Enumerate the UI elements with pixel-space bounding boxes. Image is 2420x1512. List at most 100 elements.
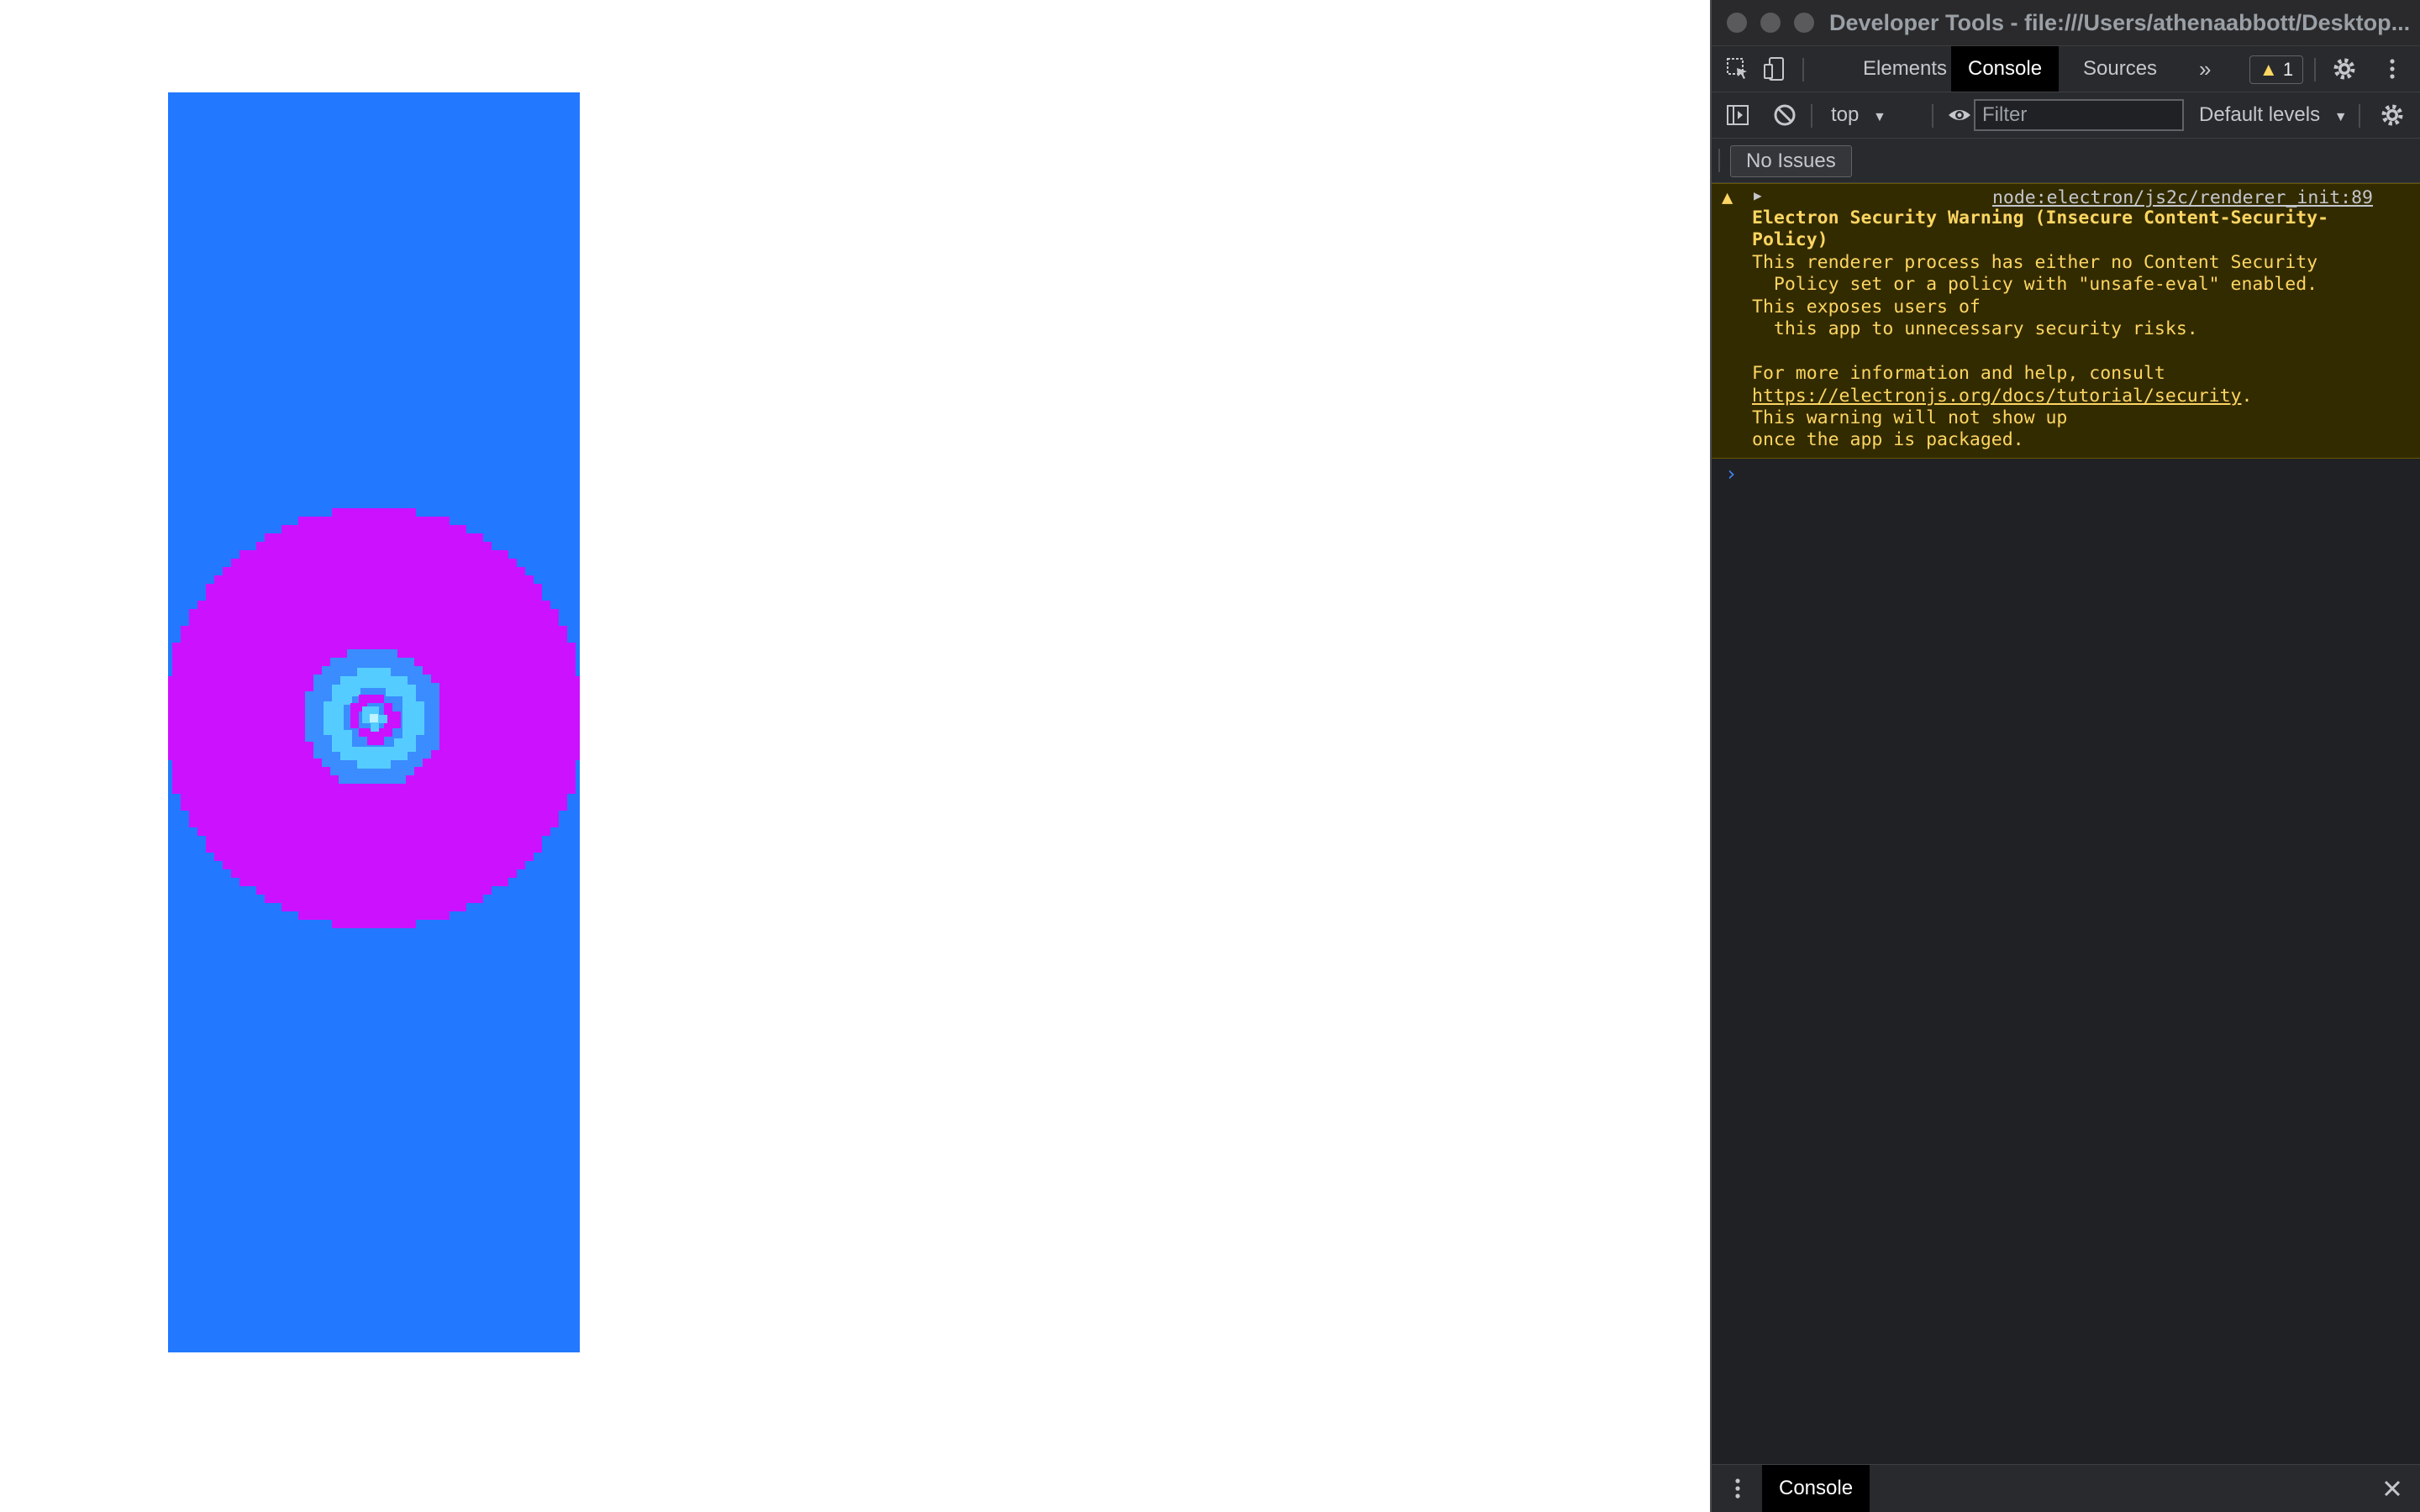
magenta-disc-pixel (172, 760, 181, 769)
magenta-disc-pixel (248, 853, 256, 861)
magenta-disc-pixel (374, 617, 382, 626)
magenta-disc-pixel (265, 559, 273, 567)
magenta-disc-pixel (340, 811, 349, 819)
tab-elements[interactable]: Elements (1846, 46, 1964, 92)
zoom-window-button[interactable] (1794, 13, 1814, 33)
magenta-disc-pixel (391, 559, 399, 567)
magenta-disc-pixel (223, 802, 231, 811)
magenta-disc-pixel (366, 836, 374, 844)
drawer-menu-icon[interactable] (1725, 1476, 1750, 1501)
magenta-disc-pixel (500, 844, 508, 853)
magenta-disc-pixel (307, 659, 315, 668)
magenta-disc-pixel (273, 550, 281, 559)
drawer-tab-console[interactable]: Console (1762, 1465, 1870, 1512)
inspect-icon[interactable] (1725, 56, 1750, 81)
magenta-disc-pixel (374, 911, 382, 920)
magenta-disc-pixel (172, 769, 181, 777)
magenta-disc-pixel (197, 718, 206, 727)
magenta-disc-pixel (517, 811, 525, 819)
magenta-disc-pixel (450, 575, 458, 584)
sidebar-toggle-icon[interactable] (1725, 102, 1750, 128)
magenta-disc-pixel (189, 819, 197, 827)
magenta-disc-pixel (206, 710, 214, 718)
magenta-disc-pixel (408, 911, 416, 920)
blue-ring-pixel (414, 759, 423, 767)
magenta-disc-pixel (168, 685, 172, 693)
magenta-disc-pixel (534, 727, 542, 735)
context-selector[interactable]: top ▼ (1831, 92, 1886, 138)
magenta-disc-pixel (458, 861, 466, 869)
eye-icon[interactable] (1947, 102, 1972, 128)
magenta-disc-pixel (340, 634, 349, 643)
console-prompt[interactable]: › (1725, 462, 1737, 486)
magenta-disc-pixel (172, 659, 181, 668)
magenta-disc-pixel (290, 643, 298, 651)
magenta-disc-pixel (408, 819, 416, 827)
magenta-disc-pixel (290, 794, 298, 802)
magenta-disc-pixel (256, 827, 265, 836)
magenta-disc-pixel (542, 743, 550, 752)
magenta-disc-pixel (324, 550, 332, 559)
magenta-disc-pixel (256, 878, 265, 886)
clear-console-icon[interactable] (1772, 102, 1797, 128)
magenta-disc-pixel (248, 777, 256, 785)
magenta-disc-pixel (408, 869, 416, 878)
magenta-disc-pixel (340, 911, 349, 920)
magenta-disc-pixel (248, 819, 256, 827)
magenta-disc-pixel (433, 760, 441, 769)
magenta-disc-pixel (399, 525, 408, 533)
settings-icon[interactable] (2332, 56, 2357, 81)
magenta-disc-pixel (248, 836, 256, 844)
magenta-disc-pixel (550, 710, 559, 718)
log-levels-dropdown[interactable]: Default levels ▼ (2199, 92, 2348, 138)
device-toolbar-icon[interactable] (1762, 56, 1787, 81)
blue-ring-pixel (364, 649, 372, 658)
kebab-menu-icon[interactable] (2380, 56, 2405, 81)
blue-ring-pixel (313, 742, 322, 750)
magenta-disc-pixel (416, 643, 424, 651)
magenta-disc-pixel (382, 802, 391, 811)
no-issues-button[interactable]: No Issues (1730, 145, 1852, 177)
magenta-disc-pixel (542, 601, 550, 609)
filter-input[interactable] (1974, 99, 2184, 131)
magenta-disc-pixel (349, 634, 357, 643)
magenta-disc-pixel (256, 853, 265, 861)
magenta-disc-pixel (357, 542, 366, 550)
minimize-window-button[interactable] (1760, 13, 1781, 33)
source-link[interactable]: node:electron/js2c/renderer_init:89 (1992, 187, 2373, 208)
magenta-disc-pixel (441, 769, 450, 777)
console-settings-icon[interactable] (2380, 102, 2405, 128)
warnings-badge[interactable]: ▲ 1 (2249, 55, 2303, 84)
magenta-disc-pixel (248, 601, 256, 609)
magenta-disc-pixel (214, 643, 223, 651)
magenta-disc-pixel (265, 634, 273, 643)
close-icon[interactable] (2380, 1476, 2405, 1501)
magenta-disc-pixel (441, 861, 450, 869)
magenta-disc-pixel (416, 811, 424, 819)
app-canvas[interactable] (168, 92, 580, 1352)
tab-console[interactable]: Console (1951, 46, 2060, 92)
magenta-disc-pixel (399, 592, 408, 601)
magenta-disc-pixel (475, 752, 483, 760)
magenta-disc-pixel (332, 643, 340, 651)
magenta-disc-pixel (559, 693, 567, 701)
magenta-disc-pixel (576, 727, 580, 735)
more-tabs-icon[interactable]: » (2182, 46, 2228, 92)
close-window-button[interactable] (1727, 13, 1747, 33)
magenta-disc-pixel (441, 903, 450, 911)
magenta-disc-pixel (424, 659, 433, 668)
magenta-disc-pixel (424, 878, 433, 886)
blue-ring-pixel (389, 775, 397, 784)
security-docs-link[interactable]: https://electronjs.org/docs/tutorial/sec… (1752, 386, 2241, 407)
magenta-disc-pixel (559, 626, 567, 634)
magenta-disc-pixel (450, 752, 458, 760)
magenta-disc-pixel (450, 878, 458, 886)
magenta-disc-pixel (273, 676, 281, 685)
tab-sources[interactable]: Sources (2066, 46, 2174, 92)
magenta-disc-pixel (466, 609, 475, 617)
magenta-disc-pixel (315, 643, 324, 651)
magenta-disc-pixel (500, 861, 508, 869)
magenta-disc-pixel (189, 727, 197, 735)
magenta-disc-pixel (500, 752, 508, 760)
expand-arrow-icon[interactable]: ▶ (1754, 187, 1762, 203)
